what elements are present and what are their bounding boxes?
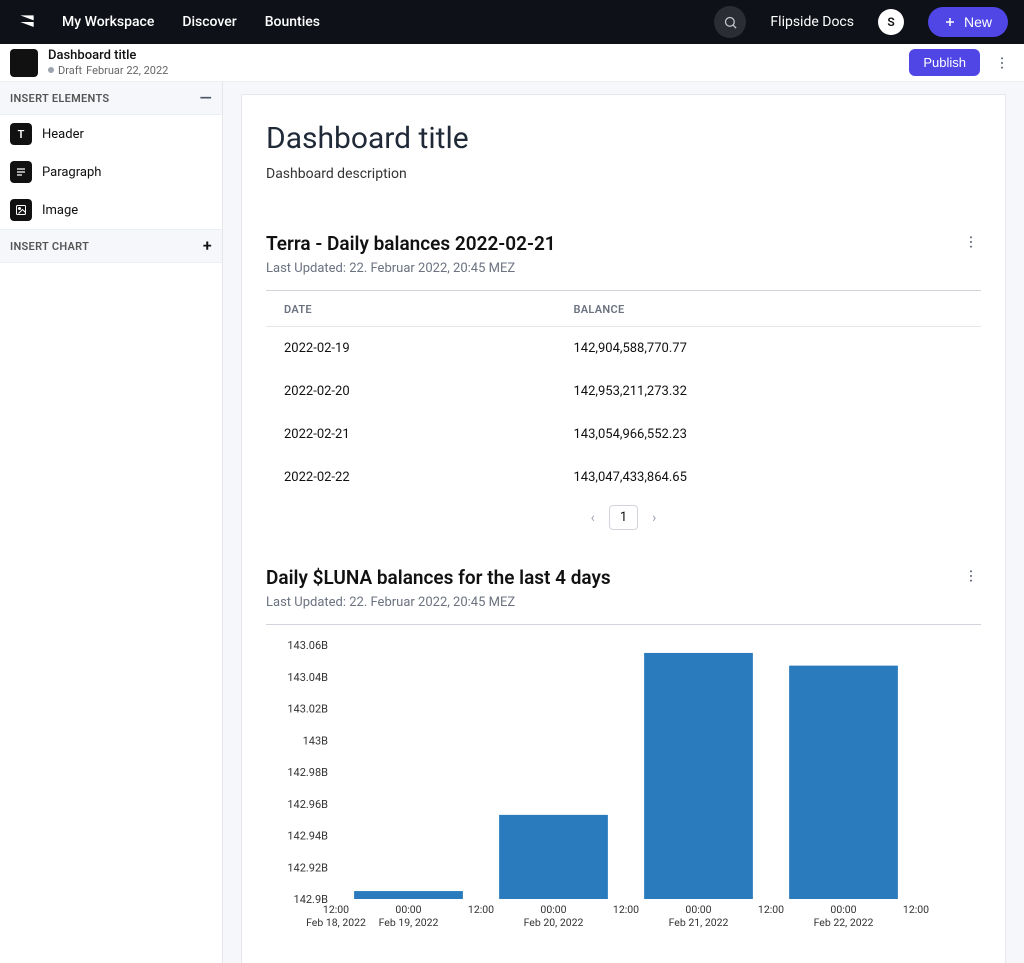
svg-text:Feb 21, 2022: Feb 21, 2022 [669,916,729,929]
header-icon: T [10,123,32,145]
insert-elements-header[interactable]: INSERT ELEMENTS — [0,82,222,115]
widget-updated: Last Updated: 22. Februar 2022, 20:45 ME… [266,261,556,276]
more-vertical-icon [994,55,1010,71]
sidebar-item-label: Paragraph [42,165,101,180]
svg-text:142.92B: 142.92B [287,861,328,874]
more-vertical-icon [963,234,979,250]
table-row: 2022-02-22143,047,433,864.65 [266,456,981,499]
balances-table: DATE BALANCE 2022-02-19142,904,588,770.7… [266,291,981,499]
cell-date: 2022-02-21 [266,413,555,456]
cell-balance: 143,054,966,552.23 [555,413,981,456]
more-button[interactable] [990,51,1014,75]
cell-date: 2022-02-22 [266,456,555,499]
svg-text:143.04B: 143.04B [287,671,328,684]
svg-text:Feb 20, 2022: Feb 20, 2022 [524,916,584,929]
sidebar-item-label: Image [42,203,78,218]
nav-discover[interactable]: Discover [182,14,236,30]
search-icon [723,15,738,30]
new-button-label: New [964,14,992,30]
chart-widget: Daily $LUNA balances for the last 4 days… [266,566,981,937]
page-description[interactable]: Dashboard description [266,166,981,182]
dashboard-thumbnail[interactable] [10,49,38,77]
widget-title: Terra - Daily balances 2022-02-21 [266,232,556,255]
nav-bounties[interactable]: Bounties [265,14,320,30]
sidebar-item-image[interactable]: Image [0,191,222,229]
sidebar: INSERT ELEMENTS — T Header Paragraph Ima… [0,82,223,963]
cell-balance: 142,904,588,770.77 [555,327,981,371]
dashboard-canvas: Dashboard title Dashboard description Te… [241,94,1006,963]
svg-text:143.06B: 143.06B [287,639,328,652]
plus-icon[interactable]: + [203,238,212,254]
pagination: ‹ 1 › [266,505,981,530]
docs-link[interactable]: Flipside Docs [770,14,854,30]
sidebar-item-label: Header [42,127,84,142]
divider [266,624,981,625]
insert-chart-label: INSERT CHART [10,240,89,253]
widget-updated: Last Updated: 22. Februar 2022, 20:45 ME… [266,595,611,610]
status-label: Draft [58,64,82,77]
svg-text:143.02B: 143.02B [287,703,328,716]
svg-text:Feb 22, 2022: Feb 22, 2022 [814,916,874,929]
svg-text:00:00: 00:00 [395,903,421,916]
nav-workspace[interactable]: My Workspace [62,14,154,30]
svg-text:143B: 143B [303,734,329,747]
page-title[interactable]: Dashboard title [266,121,981,156]
collapse-icon[interactable]: — [199,90,212,106]
table-widget: Terra - Daily balances 2022-02-21 Last U… [266,232,981,530]
svg-text:142.94B: 142.94B [287,830,328,843]
col-balance: BALANCE [555,291,981,327]
current-page[interactable]: 1 [609,505,638,530]
col-date: DATE [266,291,555,327]
status-dot-icon [48,67,54,73]
svg-text:12:00: 12:00 [758,903,784,916]
svg-text:Feb 18, 2022: Feb 18, 2022 [306,916,366,929]
svg-text:142.96B: 142.96B [287,798,328,811]
svg-text:12:00: 12:00 [468,903,494,916]
svg-text:Feb 19, 2022: Feb 19, 2022 [379,916,439,929]
svg-text:12:00: 12:00 [323,903,349,916]
svg-text:00:00: 00:00 [540,903,566,916]
more-vertical-icon [963,568,979,584]
app-logo[interactable] [16,11,38,33]
publish-button[interactable]: Publish [909,49,980,76]
table-row: 2022-02-21143,054,966,552.23 [266,413,981,456]
widget-menu-button[interactable] [961,566,981,590]
table-row: 2022-02-20142,953,211,273.32 [266,370,981,413]
title-bar: Dashboard title Draft Februar 22, 2022 P… [0,44,1024,82]
svg-text:00:00: 00:00 [685,903,711,916]
svg-text:00:00: 00:00 [830,903,856,916]
image-icon [10,199,32,221]
next-page-button[interactable]: › [646,506,662,530]
table-row: 2022-02-19142,904,588,770.77 [266,327,981,371]
status-date: Februar 22, 2022 [86,64,168,77]
main-canvas-area: Dashboard title Dashboard description Te… [223,82,1024,963]
cell-date: 2022-02-20 [266,370,555,413]
sidebar-item-paragraph[interactable]: Paragraph [0,153,222,191]
insert-elements-label: INSERT ELEMENTS [10,92,109,105]
sidebar-item-header[interactable]: T Header [0,115,222,153]
svg-text:12:00: 12:00 [613,903,639,916]
search-button[interactable] [714,6,746,38]
svg-text:12:00: 12:00 [903,903,929,916]
widget-title: Daily $LUNA balances for the last 4 days [266,566,611,589]
insert-chart-header[interactable]: INSERT CHART + [0,229,222,263]
cell-balance: 143,047,433,864.65 [555,456,981,499]
bar-chart: 143.06B 143.04B 143.02B 143B 142.98B 142.96B 1… [266,637,981,937]
plus-icon [944,16,956,28]
dashboard-name: Dashboard title [48,48,168,64]
paragraph-icon [10,161,32,183]
prev-page-button[interactable]: ‹ [585,506,601,530]
cell-balance: 142,953,211,273.32 [555,370,981,413]
cell-date: 2022-02-19 [266,327,555,371]
top-nav: My Workspace Discover Bounties Flipside … [0,0,1024,44]
new-button[interactable]: New [928,7,1008,37]
widget-menu-button[interactable] [961,232,981,256]
avatar[interactable]: S [878,9,904,35]
svg-text:142.98B: 142.98B [287,766,328,779]
